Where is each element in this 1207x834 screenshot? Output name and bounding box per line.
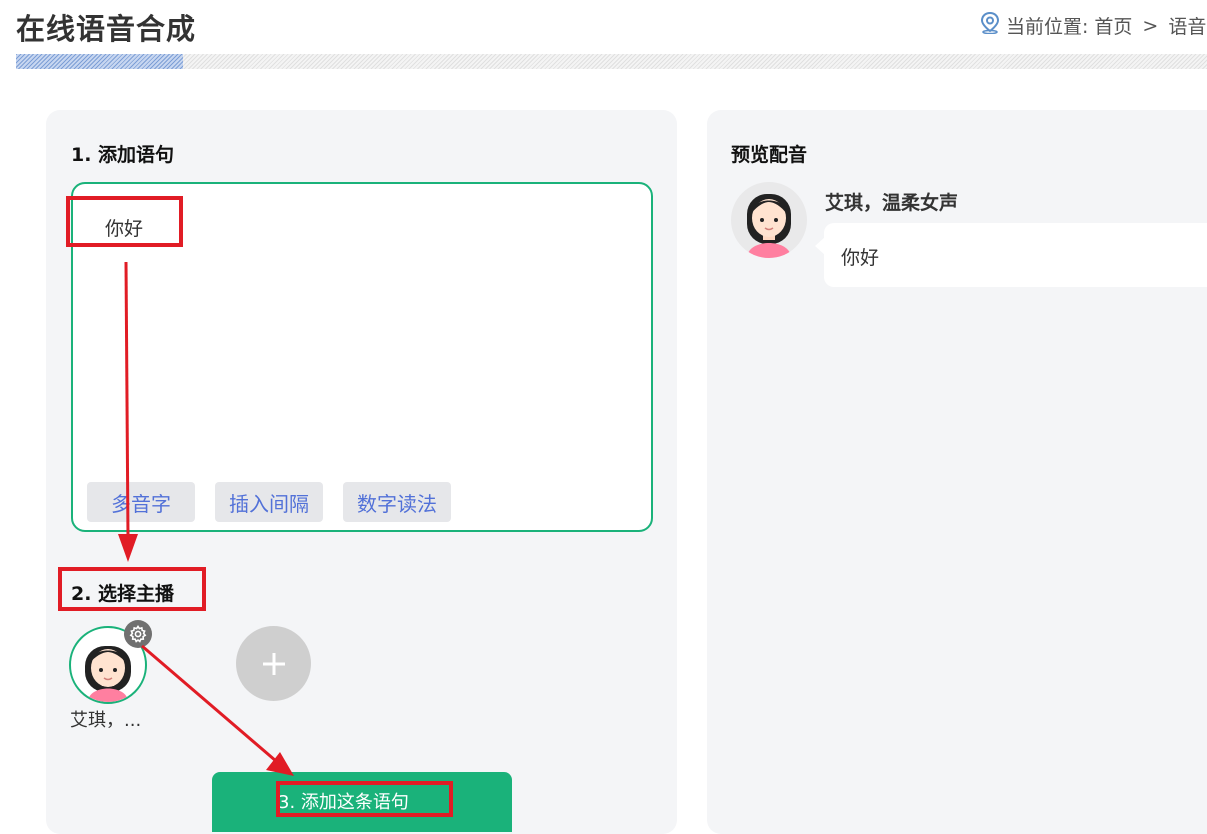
highlight-anchor-heading: [58, 567, 206, 611]
breadcrumb-current: 语音: [1168, 16, 1207, 38]
polyphone-button[interactable]: 多音字: [87, 482, 195, 522]
breadcrumb: 当前位置: 首页 > 语音: [980, 11, 1207, 39]
gear-icon: [129, 625, 147, 643]
add-sentence-heading: 1. 添加语句: [71, 144, 175, 166]
preview-heading: 预览配音: [731, 144, 808, 166]
plus-icon: [262, 652, 285, 675]
highlight-text-box: [66, 196, 183, 247]
anchor-name: 艾琪，...: [70, 710, 142, 731]
preview-bubble: 你好: [815, 223, 1207, 287]
breadcrumb-prefix: 当前位置:: [1006, 16, 1089, 38]
number-reading-button[interactable]: 数字读法: [343, 482, 451, 522]
breadcrumb-separator: >: [1142, 14, 1159, 37]
highlight-add-button: [276, 781, 453, 817]
preview-text: 你好: [841, 247, 880, 269]
progress-fill: [16, 54, 183, 69]
preview-speaker-name: 艾琪，温柔女声: [825, 192, 959, 214]
page-title: 在线语音合成: [16, 12, 197, 46]
add-anchor-button[interactable]: [236, 626, 311, 701]
location-pin-icon: [980, 11, 1000, 39]
anchor-settings-button[interactable]: [124, 620, 152, 648]
insert-pause-button[interactable]: 插入间隔: [215, 482, 323, 522]
progress-strip: [16, 54, 1207, 69]
female-avatar-icon: [747, 194, 791, 258]
breadcrumb-home-link[interactable]: 首页: [1094, 12, 1132, 39]
preview-avatar: [731, 182, 807, 258]
